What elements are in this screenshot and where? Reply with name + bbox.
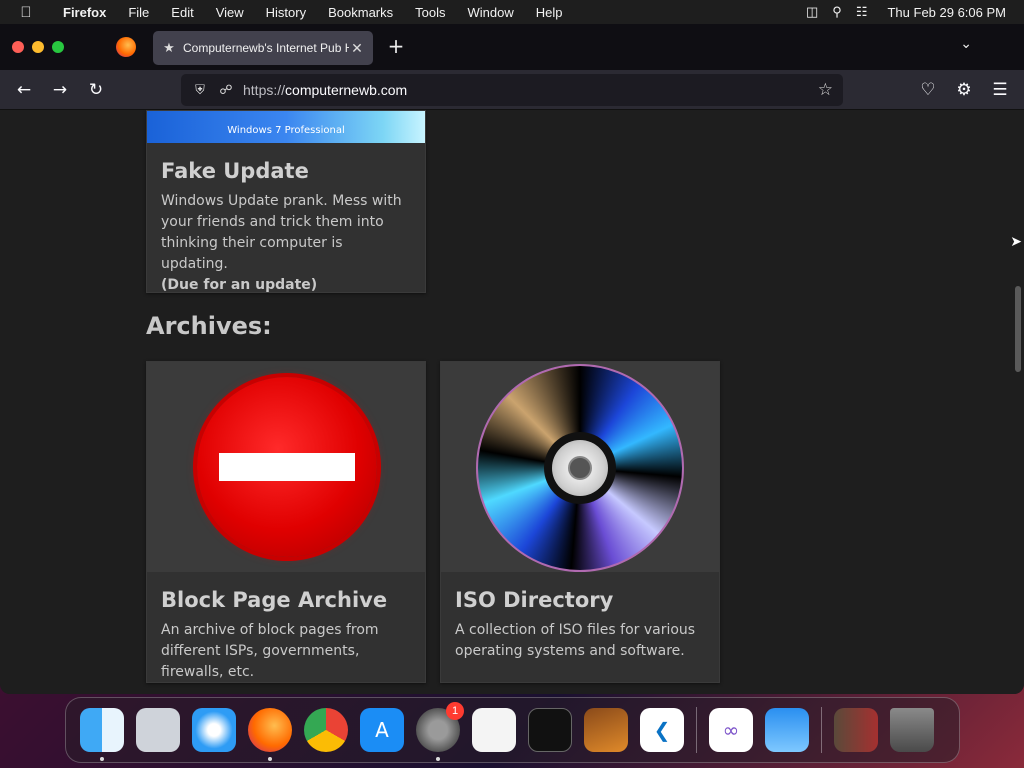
tab-title: Computernewb's Internet Pub H: [183, 41, 349, 55]
extensions-puzzle-icon[interactable]: ⚙: [952, 78, 976, 102]
tab-active[interactable]: ★ Computernewb's Internet Pub H ✕: [153, 31, 373, 65]
menu-tools[interactable]: Tools: [404, 5, 456, 20]
tab-bar: ★ Computernewb's Internet Pub H ✕ + ⌄: [0, 24, 1024, 70]
firefox-icon[interactable]: [248, 708, 292, 761]
fake-update-card[interactable]: Windows 7 Professional Fake Update Windo…: [146, 110, 426, 293]
reload-icon[interactable]: ↻: [84, 78, 108, 102]
tracking-shield-icon[interactable]: ⛨: [191, 82, 209, 98]
disc-image[interactable]: [441, 362, 719, 572]
list-all-tabs-chevron-icon[interactable]: ⌄: [960, 36, 972, 52]
menu-file[interactable]: File: [117, 5, 160, 20]
system-settings-icon[interactable]: 1: [416, 702, 464, 761]
url-protocol: https://: [243, 82, 286, 98]
firefox-view-icon[interactable]: [116, 37, 136, 57]
bookmark-star-icon[interactable]: ☆: [818, 80, 833, 100]
control-center-icon[interactable]: ☷: [856, 4, 868, 20]
weather-icon[interactable]: [765, 708, 809, 752]
terminal-icon[interactable]: [528, 708, 572, 752]
page-scrollbar[interactable]: [1015, 286, 1021, 372]
fake-update-title[interactable]: Fake Update: [161, 159, 411, 183]
settings-notification-badge: 1: [446, 702, 464, 720]
address-bar[interactable]: ⛨ ☍ https:// computernewb.com ☆: [181, 74, 843, 106]
garageband-icon[interactable]: [584, 708, 628, 752]
menu-window[interactable]: Window: [457, 5, 525, 20]
block-page-archive-card[interactable]: Block Page Archive An archive of block p…: [146, 361, 426, 683]
url-host: computernewb.com: [285, 82, 408, 98]
block-page-description: An archive of block pages from different…: [161, 622, 379, 680]
textedit-icon[interactable]: [472, 708, 516, 752]
menu-app-name[interactable]: Firefox: [52, 5, 117, 20]
archives-heading: Archives:: [146, 312, 272, 340]
iso-directory-title[interactable]: ISO Directory: [455, 588, 705, 612]
menu-clock[interactable]: Thu Feb 29 6:06 PM: [887, 5, 1006, 20]
menu-help[interactable]: Help: [525, 5, 574, 20]
menu-history[interactable]: History: [255, 5, 317, 20]
lock-icon[interactable]: ☍: [217, 82, 235, 98]
menu-bookmarks[interactable]: Bookmarks: [317, 5, 404, 20]
screen-mirror-icon[interactable]: ◫: [806, 4, 818, 20]
downloads-stack-icon[interactable]: [834, 708, 878, 752]
vscode-icon[interactable]: ❮: [640, 708, 684, 752]
window-controls: [0, 41, 64, 53]
close-tab-icon[interactable]: ✕: [349, 40, 365, 57]
safari-icon[interactable]: [192, 708, 236, 752]
zoom-window-button[interactable]: [52, 41, 64, 53]
close-window-button[interactable]: [12, 41, 24, 53]
iso-directory-card[interactable]: ISO Directory A collection of ISO files …: [440, 361, 720, 683]
apple-icon[interactable]: : [0, 4, 52, 21]
browser-window: ★ Computernewb's Internet Pub H ✕ + ⌄ ← …: [0, 24, 1024, 694]
windows-update-banner-image: Windows 7 Professional: [147, 111, 425, 143]
dock: A 1 ❮ ∞: [65, 697, 960, 763]
app-menu-hamburger-icon[interactable]: ☰: [988, 78, 1012, 102]
no-entry-icon: [197, 377, 377, 557]
fake-update-note: (Due for an update): [161, 277, 318, 293]
block-sign-image[interactable]: [147, 362, 425, 572]
forward-arrow-icon[interactable]: →: [48, 78, 72, 102]
iso-directory-description: A collection of ISO files for various op…: [455, 622, 696, 659]
mouse-cursor-icon: ➤: [1010, 234, 1022, 250]
spotlight-search-icon[interactable]: ⚲: [832, 4, 842, 20]
finder-icon[interactable]: [80, 708, 124, 761]
page-content: Windows 7 Professional Fake Update Windo…: [0, 110, 1024, 694]
new-tab-plus-icon[interactable]: +: [386, 34, 406, 58]
menu-edit[interactable]: Edit: [160, 5, 204, 20]
block-page-title[interactable]: Block Page Archive: [161, 588, 411, 612]
chrome-icon[interactable]: [304, 708, 348, 752]
dock-separator-2: [821, 707, 822, 753]
minimize-window-button[interactable]: [32, 41, 44, 53]
trash-icon[interactable]: [890, 708, 934, 752]
cd-disc-icon: [476, 364, 684, 572]
dock-separator: [696, 707, 697, 753]
visual-studio-icon[interactable]: ∞: [709, 708, 753, 752]
menu-view[interactable]: View: [205, 5, 255, 20]
site-favicon-icon: ★: [163, 40, 175, 55]
fake-update-description: Windows Update prank. Mess with your fri…: [161, 193, 402, 272]
launchpad-icon[interactable]: [136, 708, 180, 752]
back-arrow-icon[interactable]: ←: [12, 78, 36, 102]
navigation-toolbar: ← → ↻ ⛨ ☍ https:// computernewb.com ☆ ♡ …: [0, 70, 1024, 110]
app-store-icon[interactable]: A: [360, 708, 404, 752]
pocket-icon[interactable]: ♡: [916, 78, 940, 102]
menu-bar:  Firefox File Edit View History Bookmar…: [0, 0, 1024, 24]
